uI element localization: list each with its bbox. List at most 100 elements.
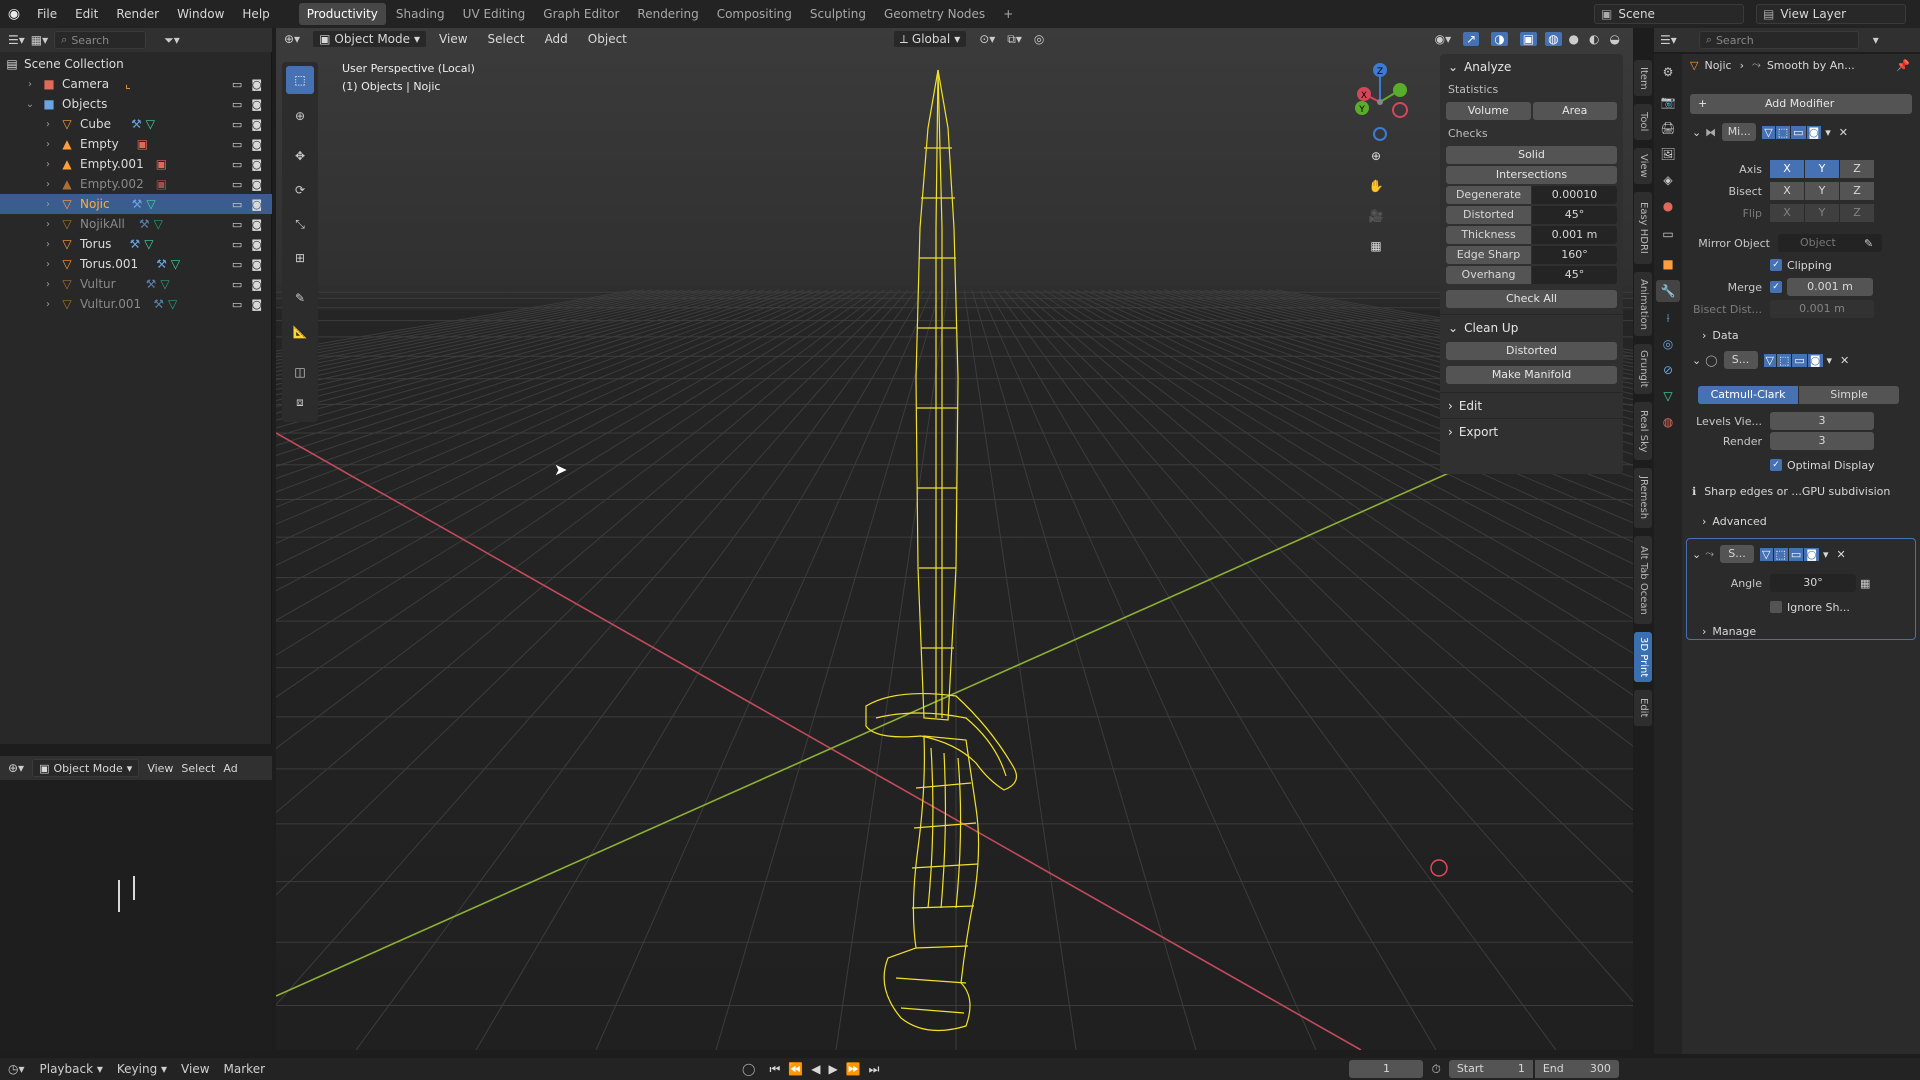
menu-select[interactable]: Select	[181, 762, 215, 775]
check-all-button[interactable]: Check All	[1446, 290, 1617, 308]
monitor-icon[interactable]: ▭	[232, 298, 242, 311]
menu-window[interactable]: Window	[168, 0, 233, 28]
editor-type-icon[interactable]: ☰▾	[1660, 33, 1677, 47]
gizmo-neg-x-axis[interactable]	[1392, 102, 1408, 118]
outliner-row-empty[interactable]: › ▲ Empty ▣ ▭ ◙	[0, 134, 272, 154]
collection-props-icon[interactable]: ▭	[1658, 224, 1678, 244]
render-camera-icon[interactable]: ◙	[251, 78, 262, 91]
camera-view-icon[interactable]: 🎥	[1366, 206, 1386, 226]
expand-chevron-icon[interactable]: ›	[42, 299, 54, 310]
current-frame-field[interactable]: 1	[1349, 1060, 1424, 1078]
edit-header[interactable]: › Edit	[1440, 392, 1623, 418]
navigation-gizmo[interactable]: Z X Y	[1344, 60, 1434, 210]
outliner-row-cube[interactable]: › ▽ Cube ⚒ ▽ ▭ ◙	[0, 114, 272, 134]
material-shading-icon[interactable]: ◐	[1586, 32, 1602, 46]
monitor-icon[interactable]: ▭	[232, 158, 242, 171]
properties-options-icon[interactable]: ▾	[1873, 33, 1879, 47]
edge-sharp-value[interactable]: 160°	[1532, 246, 1617, 264]
cursor-tool-icon[interactable]: ⊕	[286, 102, 314, 130]
chevron-down-icon[interactable]: ▾	[1827, 354, 1833, 367]
outliner-row-objects[interactable]: ⌄ ■ Objects ▭ ◙	[0, 94, 272, 114]
outliner-row-empty-001[interactable]: › ▲ Empty.001 ▣ ▭ ◙	[0, 154, 272, 174]
snap-icon[interactable]: ⧉▾	[1007, 32, 1022, 47]
editor-type-icon[interactable]: ◷▾	[8, 1062, 25, 1076]
viewport-menu-view[interactable]: View	[431, 28, 475, 50]
play-icon[interactable]: ▶	[828, 1062, 837, 1076]
rotate-tool-icon[interactable]: ⟳	[286, 176, 314, 204]
outliner-row-empty-002[interactable]: › ▲ Empty.002 ▣ ▭ ◙	[0, 174, 272, 194]
sidebar-tab-real-sky[interactable]: Real Sky	[1634, 402, 1652, 460]
render-camera-icon[interactable]: ◙	[251, 278, 262, 291]
axis-y-toggle[interactable]: Y	[1805, 160, 1839, 178]
outliner-row-camera[interactable]: › ■ Camera ⌞ ▭ ◙	[0, 74, 272, 94]
monitor-icon[interactable]: ▭	[232, 98, 242, 111]
add-workspace-icon[interactable]: +	[995, 3, 1021, 25]
axis-x-toggle[interactable]: X	[1770, 160, 1804, 178]
monitor-icon[interactable]: ▭	[232, 78, 242, 91]
outliner-row-torus-001[interactable]: › ▽ Torus.001 ⚒ ▽ ▭ ◙	[0, 254, 272, 274]
monitor-icon[interactable]: ▭	[232, 138, 242, 151]
expand-chevron-icon[interactable]: ›	[24, 79, 36, 90]
play-reverse-icon[interactable]: ◀	[811, 1062, 820, 1076]
expand-chevron-icon[interactable]: ›	[42, 239, 54, 250]
optimal-display-checkbox[interactable]: ✓	[1770, 459, 1782, 471]
jump-keyframe-back-icon[interactable]: ⏪	[788, 1062, 803, 1076]
monitor-icon[interactable]: ▭	[232, 218, 242, 231]
menu-file[interactable]: File	[28, 0, 66, 28]
menu-render[interactable]: Render	[107, 0, 168, 28]
sidebar-tab-jremesh[interactable]: JRemesh	[1634, 468, 1652, 528]
merge-checkbox[interactable]: ✓	[1770, 281, 1782, 293]
close-icon[interactable]: ✕	[1839, 126, 1848, 139]
sidebar-tab-item[interactable]: Item	[1634, 60, 1652, 96]
monitor-icon[interactable]: ▭	[232, 278, 242, 291]
expand-chevron-icon[interactable]: ›	[42, 279, 54, 290]
annotate-tool-icon[interactable]: ✎	[286, 284, 314, 312]
tool-props-icon[interactable]: ⚙	[1658, 62, 1678, 82]
expand-chevron-icon[interactable]: ›	[42, 119, 54, 130]
outliner-row-scene-collection[interactable]: ▤ Scene Collection	[0, 54, 272, 74]
physics-props-icon[interactable]: ◎	[1658, 334, 1678, 354]
display-mode-icon[interactable]: ▦▾	[31, 33, 48, 47]
solid-button[interactable]: Solid	[1446, 146, 1617, 164]
intersections-button[interactable]: Intersections	[1446, 166, 1617, 184]
menu-edit[interactable]: Edit	[66, 0, 107, 28]
tab-geometry-nodes[interactable]: Geometry Nodes	[876, 3, 993, 25]
render-camera-icon[interactable]: ◙	[251, 118, 262, 131]
render-props-icon[interactable]: 📷	[1658, 92, 1678, 112]
menu-view[interactable]: View	[147, 762, 173, 775]
smooth-modifier-header[interactable]: ⌄ ⤳ S... ▽ ⬚ ▭ ◙ ▾ ✕	[1692, 542, 1902, 566]
make-manifold-button[interactable]: Make Manifold	[1446, 366, 1617, 384]
clean-distorted-button[interactable]: Distorted	[1446, 342, 1617, 360]
editor-type-icon[interactable]: ⊕▾	[284, 32, 300, 46]
properties-search-input[interactable]: ⌕ Search	[1698, 31, 1859, 49]
timeline-view-menu[interactable]: View	[174, 1062, 216, 1076]
edit-mode-toggle-icon[interactable]: ▽	[1762, 125, 1775, 139]
outliner-search-input[interactable]: ⌕ Search	[54, 31, 147, 49]
tab-shading[interactable]: Shading	[388, 3, 453, 25]
render-camera-icon[interactable]: ◙	[251, 158, 262, 171]
simple-button[interactable]: Simple	[1799, 386, 1899, 404]
orientation-selector[interactable]: ⟂ Global ▾	[892, 30, 968, 48]
export-header[interactable]: › Export	[1440, 418, 1623, 444]
gizmo-neg-z-axis[interactable]	[1373, 127, 1387, 141]
ignore-sharpness-checkbox[interactable]: ✓	[1770, 601, 1782, 613]
wireframe-shading-icon[interactable]: ◍	[1545, 32, 1562, 46]
frame-start-field[interactable]: Start 1	[1448, 1060, 1533, 1078]
expand-chevron-icon[interactable]: ›	[42, 219, 54, 230]
outliner-row-torus[interactable]: › ▽ Torus ⚒ ▽ ▭ ◙	[0, 234, 272, 254]
clipping-checkbox[interactable]: ✓	[1770, 259, 1782, 271]
cage-toggle-icon[interactable]: ⬚	[1775, 125, 1791, 139]
volume-button[interactable]: Volume	[1446, 102, 1531, 120]
clean-up-header[interactable]: ⌄ Clean Up	[1440, 314, 1623, 340]
object-props-icon[interactable]: ■	[1658, 254, 1678, 274]
jump-end-icon[interactable]: ⏭	[869, 1062, 880, 1077]
menu-help[interactable]: Help	[233, 0, 278, 28]
bisect-x-toggle[interactable]: X	[1770, 182, 1804, 200]
gizmo-toggle-icon[interactable]: ↗	[1463, 32, 1480, 46]
axis-z-toggle[interactable]: Z	[1840, 160, 1874, 178]
overlay-toggle-icon[interactable]: ◑	[1491, 32, 1508, 46]
angle-field[interactable]: 30°	[1770, 574, 1856, 592]
world-props-icon[interactable]: ●	[1658, 196, 1678, 216]
render-camera-icon[interactable]: ◙	[251, 298, 262, 311]
sidebar-tab-grungit[interactable]: Grungit	[1634, 344, 1652, 394]
